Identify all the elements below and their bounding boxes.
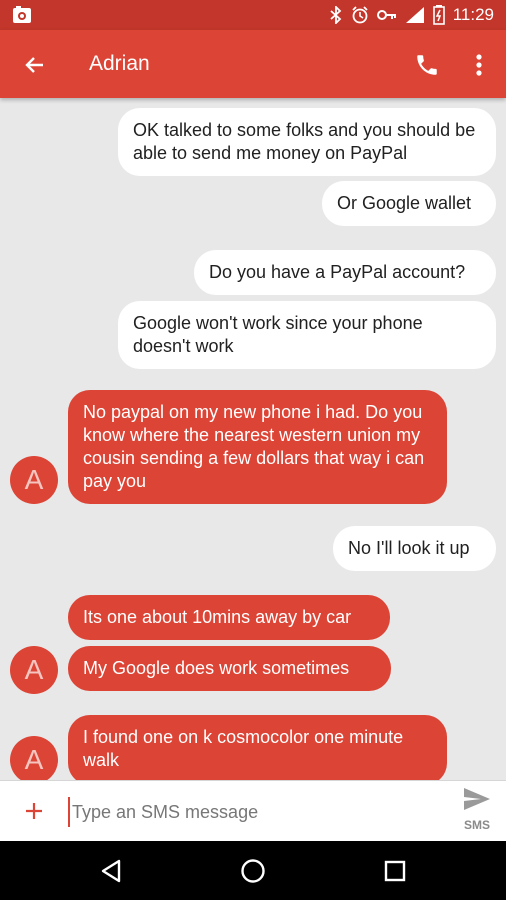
nav-back-icon[interactable] (93, 853, 129, 889)
message-bubble-incoming[interactable]: Its one about 10mins away by car (68, 595, 390, 640)
back-arrow-icon[interactable] (18, 48, 52, 82)
signal-icon (405, 6, 425, 24)
send-icon (463, 787, 491, 816)
avatar[interactable]: A (10, 736, 58, 780)
nav-recents-icon[interactable] (377, 853, 413, 889)
message-bubble-incoming[interactable]: My Google does work sometimes (68, 646, 391, 691)
status-bar: 11:29 (0, 0, 506, 30)
more-vert-icon[interactable] (462, 48, 496, 82)
compose-bar: SMS (0, 780, 506, 841)
alarm-icon (351, 6, 369, 24)
message-bubble-incoming[interactable]: I found one on k cosmocolor one minute w… (68, 715, 447, 780)
message-bubble-outgoing[interactable]: Or Google wallet (322, 181, 496, 226)
message-bubble-outgoing[interactable]: Google won't work since your phone doesn… (118, 301, 496, 369)
notification-app-icon (12, 5, 32, 25)
send-button[interactable]: SMS (456, 787, 498, 837)
contact-name: Adrian (89, 52, 150, 75)
phone-icon[interactable] (410, 48, 444, 82)
key-icon (376, 8, 397, 22)
message-bubble-incoming[interactable]: No paypal on my new phone i had. Do you … (68, 390, 447, 504)
message-bubble-outgoing[interactable]: Do you have a PayPal account? (194, 250, 496, 295)
nav-home-icon[interactable] (235, 853, 271, 889)
app-bar: Adrian (0, 30, 506, 98)
message-input[interactable] (68, 797, 448, 827)
message-bubble-outgoing[interactable]: No I'll look it up (333, 526, 496, 571)
avatar[interactable]: A (10, 646, 58, 694)
add-attachment-icon[interactable] (18, 795, 50, 827)
message-bubble-outgoing[interactable]: OK talked to some folks and you should b… (118, 108, 496, 176)
bluetooth-icon (329, 6, 343, 24)
message-thread[interactable]: OK talked to some folks and you should b… (0, 98, 506, 780)
avatar[interactable]: A (10, 456, 58, 504)
status-time: 11:29 (452, 5, 494, 24)
send-label: SMS (463, 818, 490, 832)
battery-icon (432, 5, 445, 25)
system-nav-bar (0, 841, 506, 900)
